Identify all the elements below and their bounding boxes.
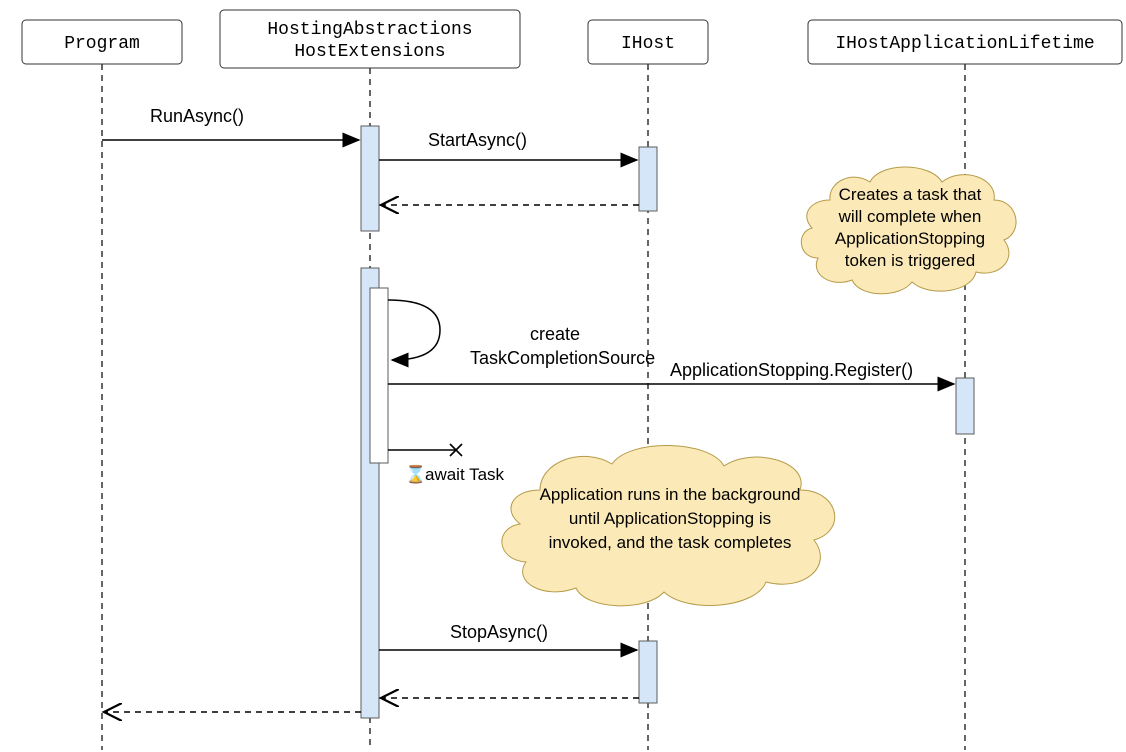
participant-hostext-label-2: HostExtensions (294, 42, 445, 62)
activation-ihost-1 (639, 147, 657, 211)
svg-text:token is triggered: token is triggered (845, 251, 975, 270)
activation-hostext-1 (361, 126, 379, 231)
msg-runasync-label: RunAsync() (150, 106, 244, 126)
participant-lifetime-label: IHostApplicationLifetime (835, 34, 1094, 54)
participant-lifetime: IHostApplicationLifetime (808, 20, 1122, 64)
participant-ihost: IHost (588, 20, 708, 64)
participant-program-label: Program (64, 34, 140, 54)
participant-hostext: HostingAbstractions HostExtensions (220, 10, 520, 68)
msg-stopasync-label: StopAsync() (450, 622, 548, 642)
svg-text:Application runs in the backgr: Application runs in the background (540, 485, 801, 504)
activation-hostext-self (370, 288, 388, 463)
svg-text:ApplicationStopping: ApplicationStopping (835, 229, 985, 248)
activation-ihost-2 (639, 641, 657, 703)
msg-register-label: ApplicationStopping.Register() (670, 360, 913, 380)
svg-text:invoked, and the task complete: invoked, and the task completes (549, 533, 792, 552)
msg-await-label: await Task (425, 465, 505, 484)
participant-ihost-label: IHost (621, 34, 675, 54)
msg-create-tcs-l2: TaskCompletionSource (470, 348, 655, 368)
note-cloud-1: Creates a task that will complete when A… (801, 167, 1016, 294)
svg-text:until ApplicationStopping is: until ApplicationStopping is (569, 509, 771, 528)
note-cloud-2: Application runs in the background until… (502, 445, 835, 605)
msg-self-loop (388, 300, 440, 360)
hourglass-icon: ⌛ (405, 464, 426, 484)
sequence-diagram: Program HostingAbstractions HostExtensio… (0, 0, 1126, 752)
participant-hostext-label-1: HostingAbstractions (267, 20, 472, 40)
activation-lifetime (956, 378, 974, 434)
msg-create-tcs-l1: create (530, 324, 580, 344)
msg-startasync-label: StartAsync() (428, 130, 527, 150)
svg-text:Creates a task that: Creates a task that (839, 185, 982, 204)
participant-program: Program (22, 20, 182, 64)
svg-text:will complete when: will complete when (838, 207, 982, 226)
